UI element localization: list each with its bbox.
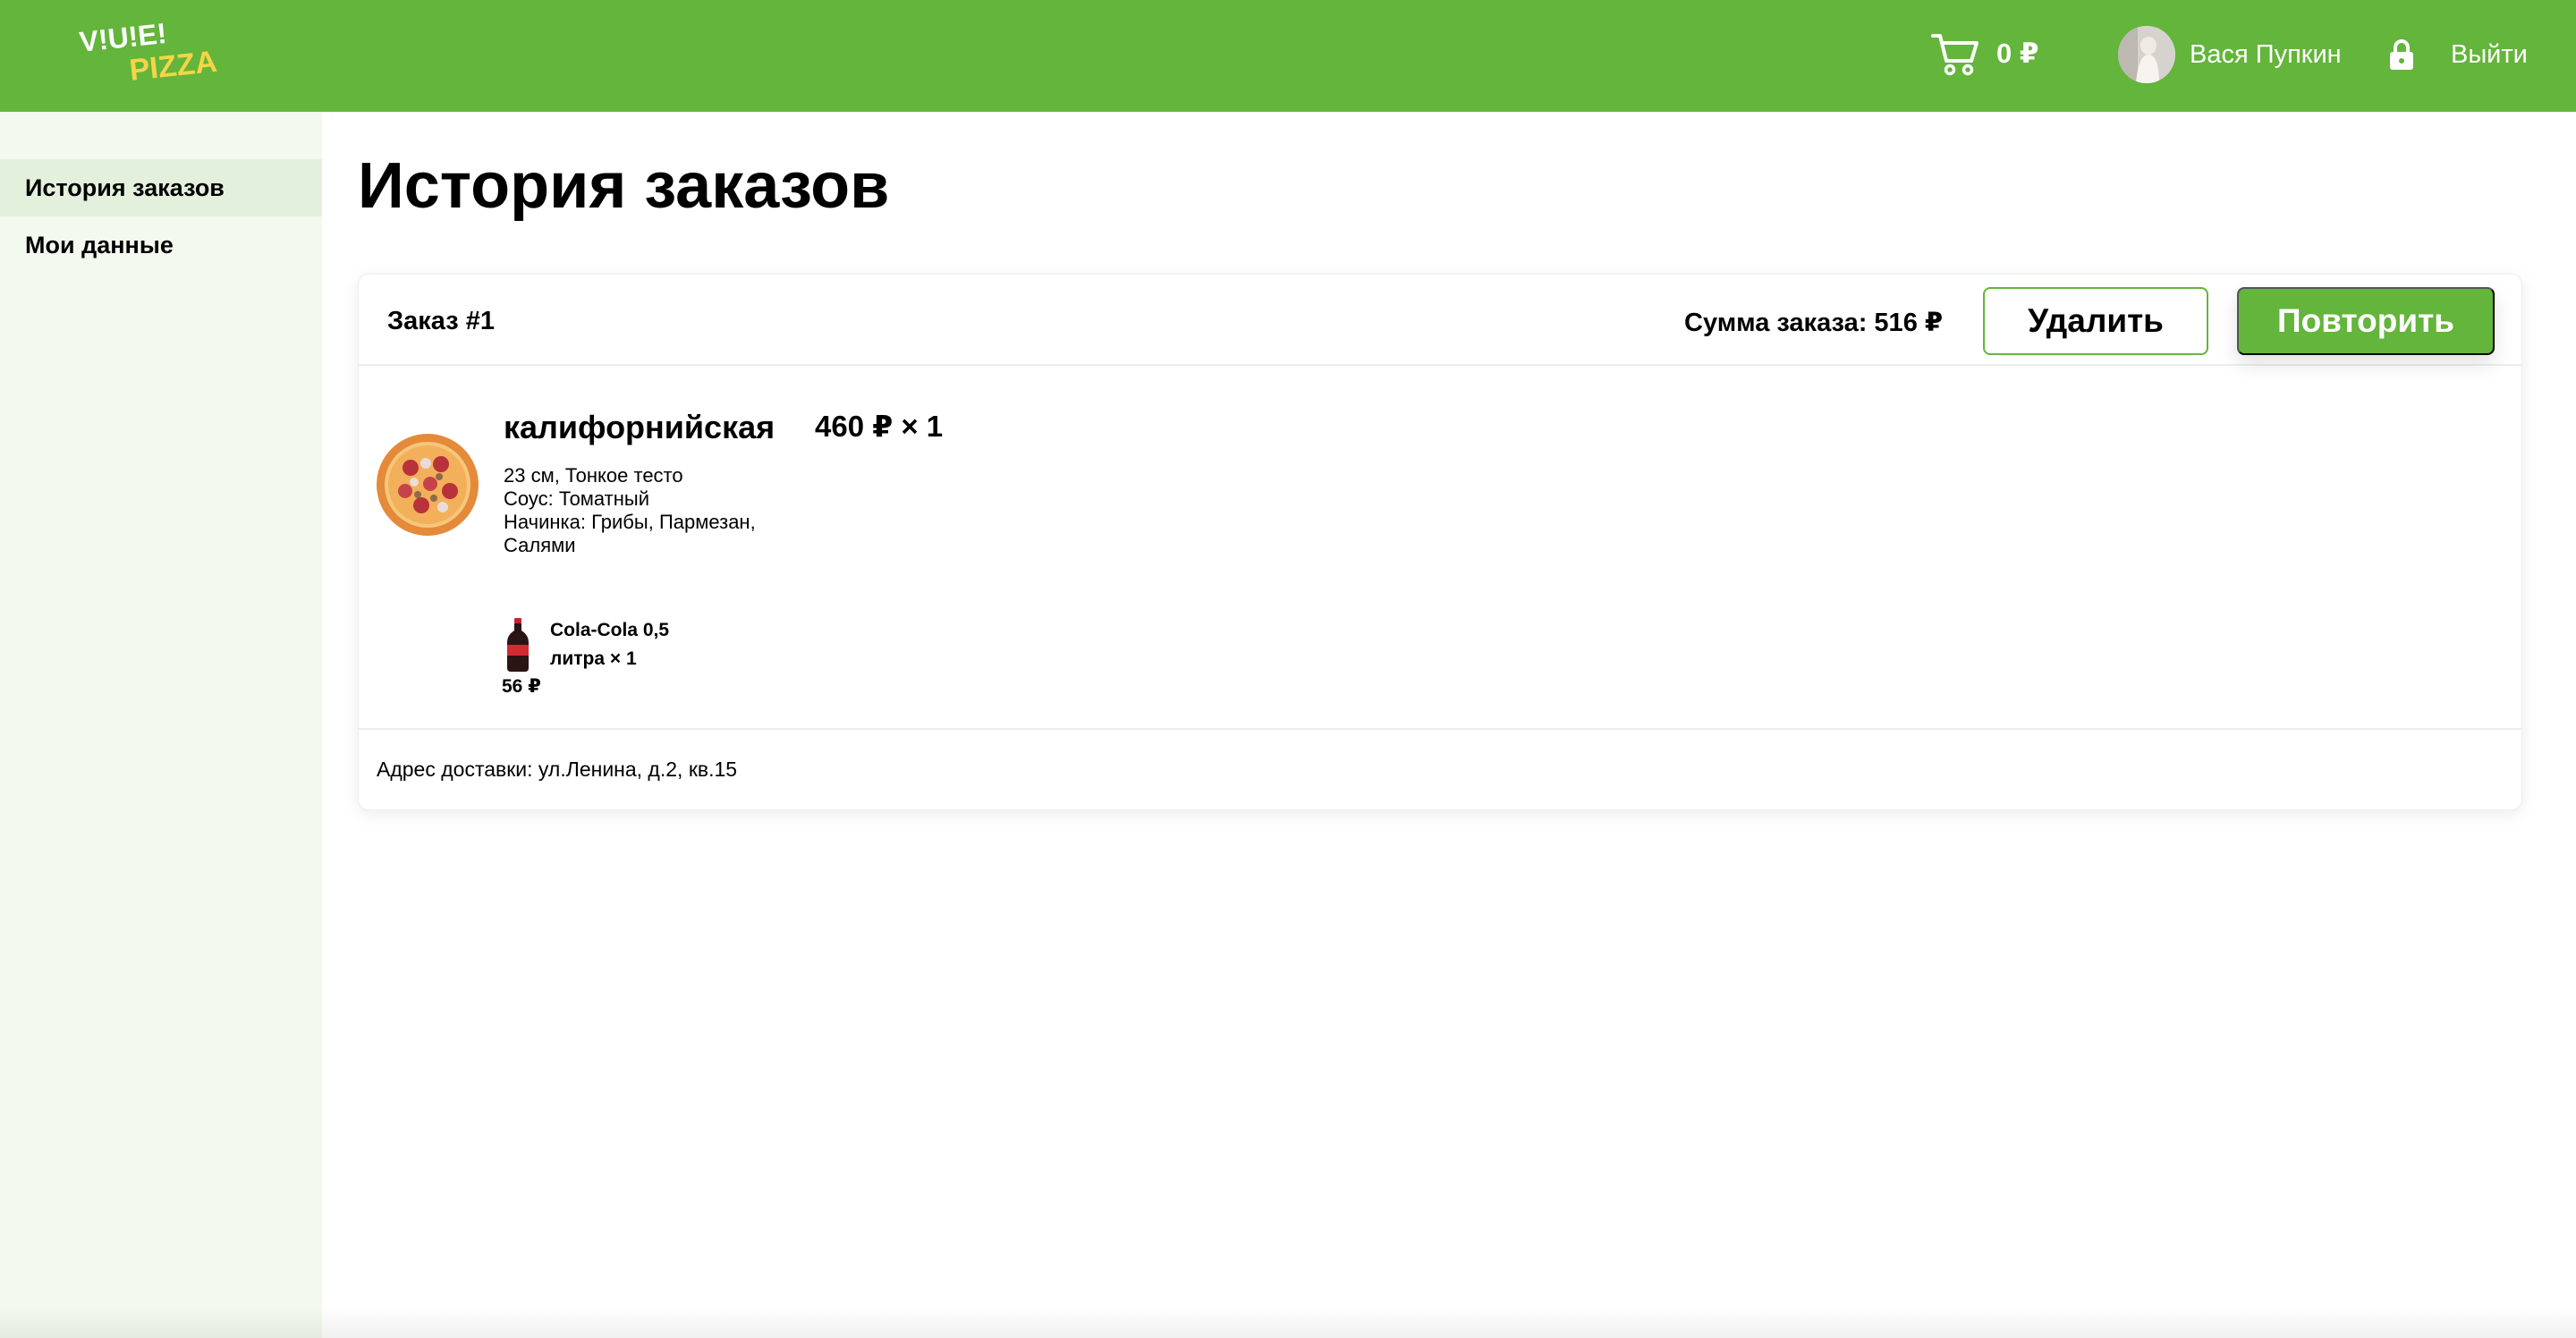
drink-price: 56 ₽ — [502, 676, 541, 697]
avatar-image — [2118, 26, 2175, 83]
avatar — [2118, 26, 2175, 83]
pizza-size: 23 см, Тонкое тесто — [504, 464, 683, 487]
pizza-sauce: Соус: Томатный — [504, 487, 650, 510]
cart-icon — [1931, 34, 1979, 76]
delivery-address: Адрес доставки: ул.Ленина, д.2, кв.15 — [377, 758, 738, 781]
logo[interactable]: V!U!E! PIZZA — [77, 18, 247, 85]
logout-button[interactable]: Выйти — [2388, 32, 2528, 77]
pizza-name: калифорнийская — [504, 409, 775, 445]
cart-amount: 0 ₽ — [1996, 38, 2039, 69]
delete-button[interactable]: Удалить — [1983, 287, 2208, 355]
pizza-filling-continued: Салями — [504, 534, 576, 556]
logout-label: Выйти — [2451, 39, 2528, 69]
sidebar-item-my-data[interactable]: Мои данные — [0, 216, 322, 274]
pizza-price: 460 ₽ × 1 — [815, 410, 944, 443]
page-title: История заказов — [358, 150, 890, 222]
order-number: Заказ #1 — [387, 307, 496, 335]
pizza-image — [377, 434, 479, 536]
sidebar-item-label: Мои данные — [25, 231, 174, 258]
divider — [359, 728, 2521, 730]
repeat-button[interactable]: Повторить — [2237, 287, 2495, 355]
user-profile[interactable]: Вася Пупкин — [2118, 26, 2342, 83]
cart-button[interactable]: 0 ₽ — [1930, 29, 2038, 79]
pizza-filling: Начинка: Грибы, Пармезан, — [504, 511, 756, 533]
sidebar-item-order-history[interactable]: История заказов — [0, 159, 322, 216]
cola-bottle-image — [507, 618, 529, 672]
drink-name: Cola-Cola 0,5 литра × 1 — [550, 620, 670, 669]
order-header: Заказ #1 Сумма заказа: 516 ₽ Удалить Пов… — [359, 275, 2521, 366]
user-name: Вася Пупкин — [2190, 39, 2342, 69]
order-sum: Сумма заказа: 516 ₽ — [1684, 309, 1944, 337]
bottom-shadow — [0, 1306, 2576, 1338]
lock-icon — [2390, 39, 2413, 70]
app-header: V!U!E! PIZZA 0 ₽ Вася Пупкин Выйти — [0, 0, 2576, 112]
sidebar: История заказов Мои данные — [0, 112, 322, 1338]
sidebar-item-label: История заказов — [25, 174, 225, 201]
order-card: Заказ #1 Сумма заказа: 516 ₽ Удалить Пов… — [358, 274, 2522, 810]
